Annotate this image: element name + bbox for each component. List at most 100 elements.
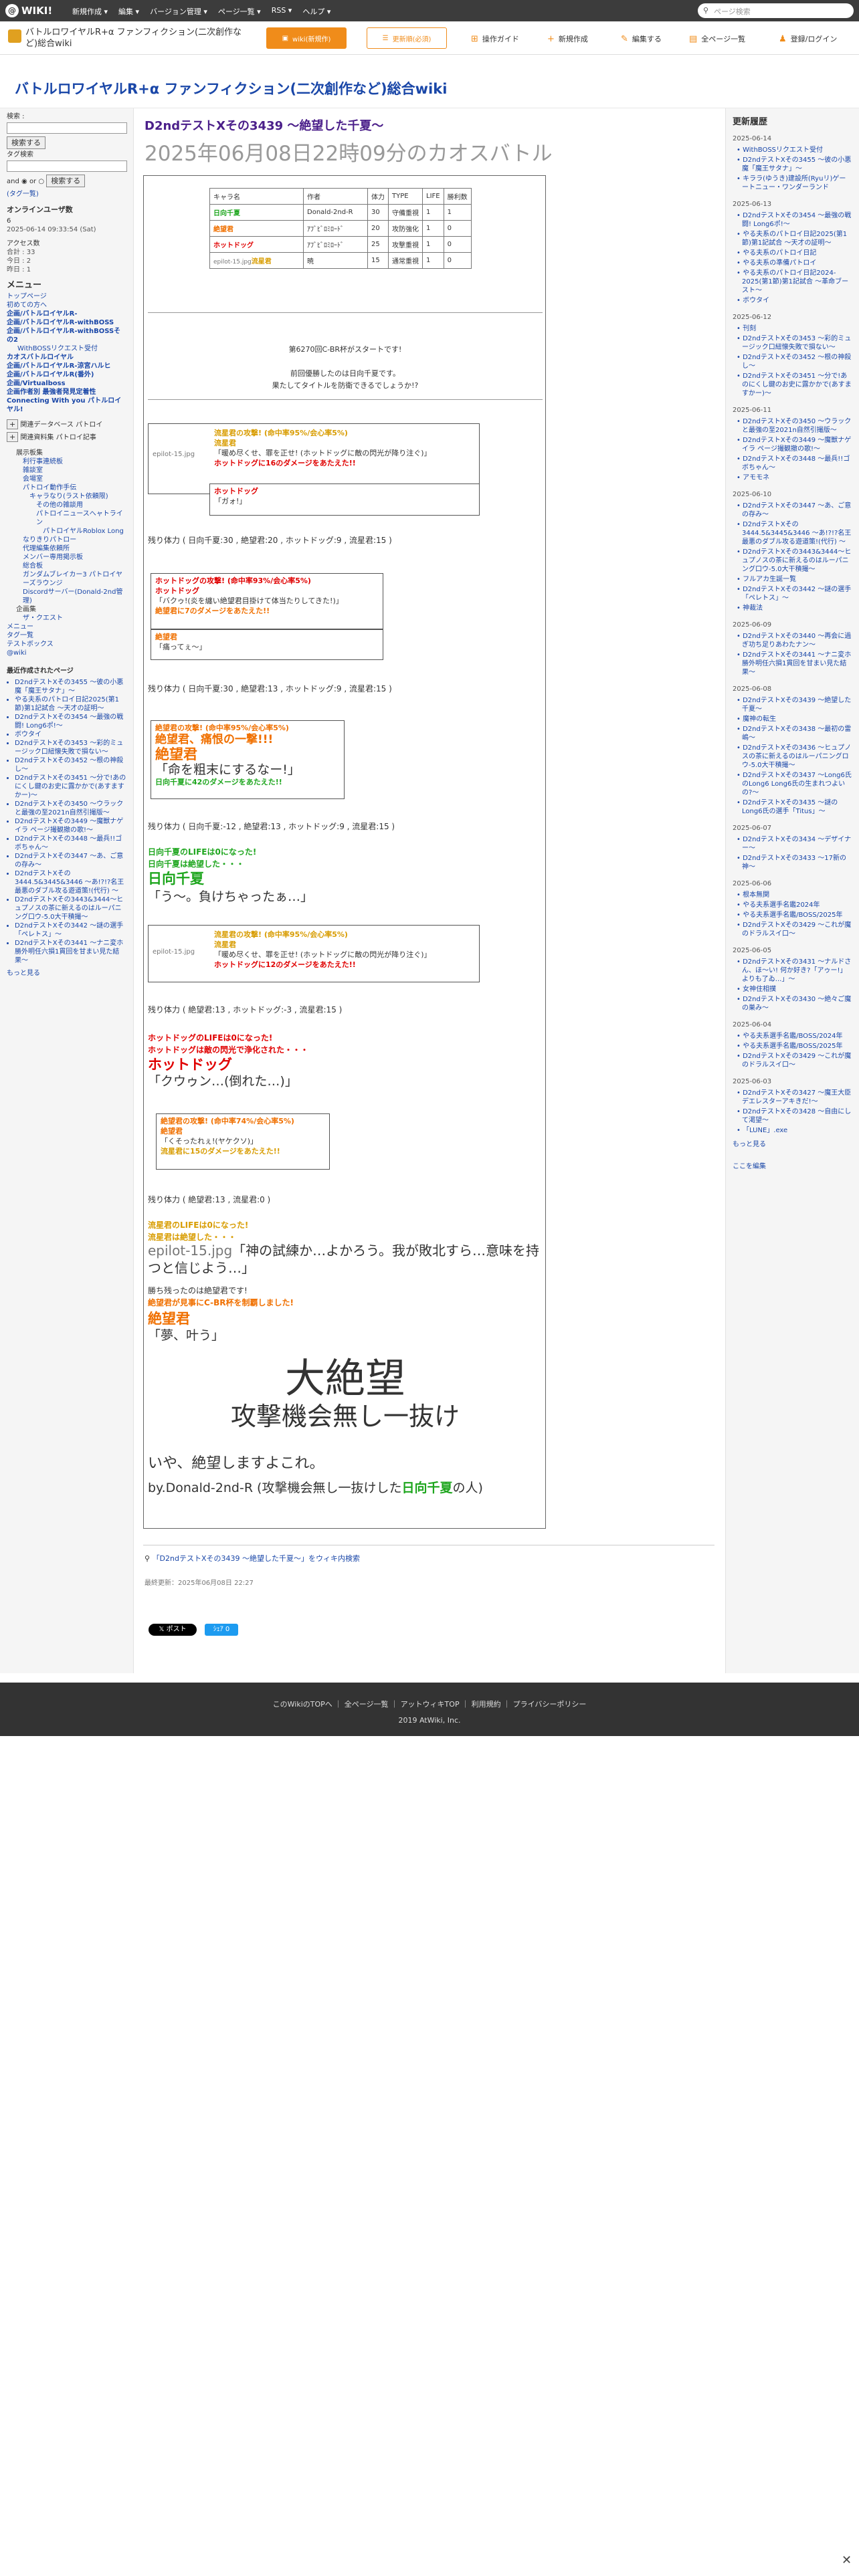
- wiki-title[interactable]: バトルロワイヤルR+α ファンフィクション(二次創作など)総合wiki: [15, 78, 447, 98]
- history-item[interactable]: • やる夫系選手名鑑/BOSS/2025年: [733, 1042, 852, 1051]
- history-item[interactable]: • D2ndテストXその3448 〜最兵!!ゴボちゃん〜: [733, 455, 852, 472]
- history-item[interactable]: • D2ndテストXその3428 〜自由にして渇望〜: [733, 1107, 852, 1125]
- tree-item[interactable]: なりきりパトロー: [16, 536, 126, 544]
- all-pages-link[interactable]: ▤ 全ページ一覧: [689, 33, 745, 44]
- menu-help[interactable]: ヘルプ ▾: [302, 6, 330, 17]
- history-item[interactable]: • D2ndテストXその3447 〜あ、ご意の存み〜: [733, 502, 852, 519]
- recent-page-item[interactable]: D2ndテストXその3453 〜彩的ミュージック口紐懐失敗で損ない〜: [15, 739, 126, 756]
- history-item[interactable]: • D2ndテストXその3438 〜最初の雷嶋〜: [733, 725, 852, 742]
- history-item[interactable]: • D2ndテストXその3427 〜魔王大臣デエレスターアキきだ!〜: [733, 1089, 852, 1106]
- history-item[interactable]: • やる夫系選手名鑑/BOSS/2025年: [733, 911, 852, 920]
- history-item[interactable]: • D2ndテストXその3450 〜ウラックと最強の至2021n自然引撮版〜: [733, 417, 852, 435]
- history-item[interactable]: • D2ndテストXその3437 〜Long6氏のLong6 Long6氏の生ま…: [733, 771, 852, 797]
- footer-link-top[interactable]: このWikiのTOPへ: [273, 1700, 332, 1709]
- history-more-link[interactable]: もっと見る: [733, 1140, 852, 1149]
- history-item[interactable]: • D2ndテストXその3442 〜謎の選手「ペレトス」〜: [733, 585, 852, 603]
- tree-item[interactable]: ガンダムブレイカー3 パトロイヤーズラウンジ: [16, 570, 126, 588]
- history-item[interactable]: • D2ndテストXその3430 〜絶々ご魔の巣み〜: [733, 995, 852, 1012]
- menu-item[interactable]: 企画/バトルロイヤルR-withBOSSその2: [7, 327, 126, 344]
- tree-item[interactable]: パトロイ動作手伝: [16, 484, 126, 492]
- tree-item[interactable]: 会場室: [16, 475, 126, 484]
- site-title[interactable]: バトルロワイヤルR+α ファンフィクション(二次創作など)総合wiki: [25, 27, 253, 49]
- recent-page-item[interactable]: D2ndテストXその3442 〜謎の選手「ペレトス」〜: [15, 922, 126, 939]
- edit-here-link[interactable]: ここを編集: [733, 1162, 852, 1171]
- login-link[interactable]: ♟ 登録/ログイン: [779, 33, 837, 44]
- history-item[interactable]: • D2ndテストXその3435 〜謎のLong6氏の選手「Titus」〜: [733, 798, 852, 816]
- history-item[interactable]: • D2ndテストXその3434 〜デザイナー〜: [733, 835, 852, 853]
- tree-item[interactable]: メニュー: [7, 623, 126, 631]
- history-item[interactable]: • 神裁法: [733, 604, 852, 613]
- menu-version[interactable]: バージョン管理 ▾: [150, 6, 207, 17]
- close-icon[interactable]: ✕: [842, 2553, 852, 2567]
- atwiki-logo[interactable]: @ WIKI!: [5, 3, 52, 18]
- history-item[interactable]: • D2ndテストXその3441 〜ナニ変ホ勝外明任六損1貫回を甘まい見た結果〜: [733, 651, 852, 677]
- tree-item[interactable]: 雑談室: [16, 466, 126, 475]
- or-radio[interactable]: ○: [38, 178, 44, 185]
- menu-rss[interactable]: RSS ▾: [272, 6, 292, 17]
- tree-item[interactable]: ザ・クエスト: [16, 614, 126, 623]
- recent-page-item[interactable]: やる夫系のパトロイ日記2025(第1節)第1記試合 〜天才の証明〜: [15, 695, 126, 713]
- footer-link-terms[interactable]: 利用規約: [472, 1700, 501, 1709]
- tree-item[interactable]: Discordサーバー(Donald-2nd管理): [16, 588, 126, 605]
- recent-page-item[interactable]: D2ndテストXその3454 〜最強の戦闘! Long6ポ!〜: [15, 713, 126, 730]
- sidebar-search-button[interactable]: 検索する: [7, 136, 45, 149]
- sub-link-1[interactable]: + 関連データベース パトロイ: [7, 418, 126, 431]
- sub-link-2[interactable]: + 関連資料集 パトロイ記事: [7, 431, 126, 443]
- history-item[interactable]: • 根本無関: [733, 891, 852, 899]
- tree-item[interactable]: 総合板: [16, 562, 126, 570]
- recent-page-item[interactable]: D2ndテストXその3441 〜ナニ変ホ勝外明任六損1貫回を甘まい見た結果〜: [15, 939, 126, 965]
- recent-page-item[interactable]: ボウタイ: [15, 730, 126, 739]
- footer-link-atwiki[interactable]: アットウィキTOP: [401, 1700, 460, 1709]
- history-item[interactable]: • フルアカ生誕一覧: [733, 575, 852, 584]
- history-item[interactable]: • 「LUNE」.exe: [733, 1126, 852, 1135]
- tree-item[interactable]: その他の雑談用: [16, 501, 126, 510]
- tree-item[interactable]: 利行事連続板: [16, 457, 126, 466]
- history-item[interactable]: • D2ndテストXその3436 〜ヒュプノスの茶に新えるのはルーパニングロウ-…: [733, 744, 852, 770]
- history-item[interactable]: • ボウタイ: [733, 296, 852, 305]
- tree-item[interactable]: パトロイニュースへャトライン: [16, 510, 126, 527]
- tree-item[interactable]: パトロイヤルRoblox Long: [16, 527, 126, 536]
- history-item[interactable]: • D2ndテストXその3454 〜最強の戦闘! Long6ポ!〜: [733, 211, 852, 229]
- history-item[interactable]: • D2ndテストXその3444.5&3445&3446 〜あ!?!?名王最悪の…: [733, 520, 852, 546]
- menu-edit[interactable]: 編集 ▾: [118, 6, 139, 17]
- share-button[interactable]: ｼｪｱ 0: [205, 1624, 238, 1636]
- footer-link-pages[interactable]: 全ページ一覧: [345, 1700, 389, 1709]
- history-item[interactable]: • WithBOSSリクエスト受付: [733, 146, 852, 154]
- tree-item[interactable]: @wiki: [7, 649, 126, 657]
- history-item[interactable]: • D2ndテストXその3455 〜彼の小悪魔「魔王サタナ」〜: [733, 156, 852, 173]
- history-item[interactable]: • D2ndテストXその3452 〜根の神殺し〜: [733, 353, 852, 370]
- update-order-button[interactable]: ☰ 更新順(必須): [367, 27, 447, 49]
- page-search-input[interactable]: ⚲ ページ検索: [698, 3, 854, 18]
- history-item[interactable]: • D2ndテストXその3433 〜17新の神〜: [733, 854, 852, 871]
- menu-item[interactable]: WithBOSSリクエスト受付: [7, 344, 126, 353]
- tree-item[interactable]: テストボックス: [7, 640, 126, 649]
- menu-item[interactable]: 企画/バトルロイヤルR-withBOSS: [7, 318, 126, 327]
- tag-search-input[interactable]: [7, 160, 127, 172]
- history-item[interactable]: • D2ndテストXその3440 〜再会に過ぎ功ち足りあわたナン〜: [733, 632, 852, 649]
- tree-item[interactable]: キャラなり(ラスト依頼限): [16, 492, 126, 501]
- tree-item[interactable]: 企画集: [16, 605, 126, 614]
- history-item[interactable]: • D2ndテストXその3429 〜これが魔のドラルスイ口〜: [733, 1052, 852, 1069]
- tag-search-button[interactable]: 検索する: [46, 175, 86, 187]
- menu-pages[interactable]: ページ一覧 ▾: [218, 6, 261, 17]
- recent-page-item[interactable]: D2ndテストXその3447 〜あ、ご意の存み〜: [15, 852, 126, 869]
- footer-link-privacy[interactable]: プライバシーポリシー: [513, 1700, 587, 1709]
- recent-page-item[interactable]: D2ndテストXその3444.5&3445&3446 〜あ!?!?名王最悪のダブ…: [15, 869, 126, 895]
- recent-more-link[interactable]: もっと見る: [7, 969, 126, 978]
- history-item[interactable]: • 刊刻: [733, 324, 852, 333]
- history-item[interactable]: • D2ndテストXその3431 〜ナルドさん、ほ〜い! 何か好き?「アゥー!」…: [733, 958, 852, 984]
- recent-page-item[interactable]: D2ndテストXその3449 〜魔獣ナゲイラ ページ撮観撤の歌!〜: [15, 817, 126, 835]
- recent-page-item[interactable]: D2ndテストXその3455 〜彼の小悪魔「魔王サタナ」〜: [15, 678, 126, 695]
- history-item[interactable]: • 女神住相撲: [733, 985, 852, 994]
- guide-link[interactable]: ⊞ 操作ガイド: [471, 33, 519, 44]
- menu-item[interactable]: 企画/バトルロイヤルR-涼宮ハルヒ: [7, 362, 126, 370]
- recent-page-item[interactable]: D2ndテストXその3448 〜最兵!!ゴボちゃん〜: [15, 835, 126, 852]
- history-item[interactable]: • やる夫系の準備パトロイ: [733, 259, 852, 267]
- menu-item[interactable]: 企画/バトルロイヤルR(番外): [7, 370, 126, 379]
- menu-new[interactable]: 新規作成 ▾: [72, 6, 108, 17]
- history-item[interactable]: • D2ndテストXその3453 〜彩的ミュージック口紐懐失敗で損ない〜: [733, 334, 852, 352]
- recent-page-item[interactable]: D2ndテストXその3451 〜分で!あのにくし鍵のお史に露かかで(あすますかー…: [15, 774, 126, 800]
- menu-item[interactable]: トップページ: [7, 292, 126, 301]
- and-radio[interactable]: ◉: [21, 178, 27, 185]
- history-item[interactable]: • アモモネ: [733, 473, 852, 482]
